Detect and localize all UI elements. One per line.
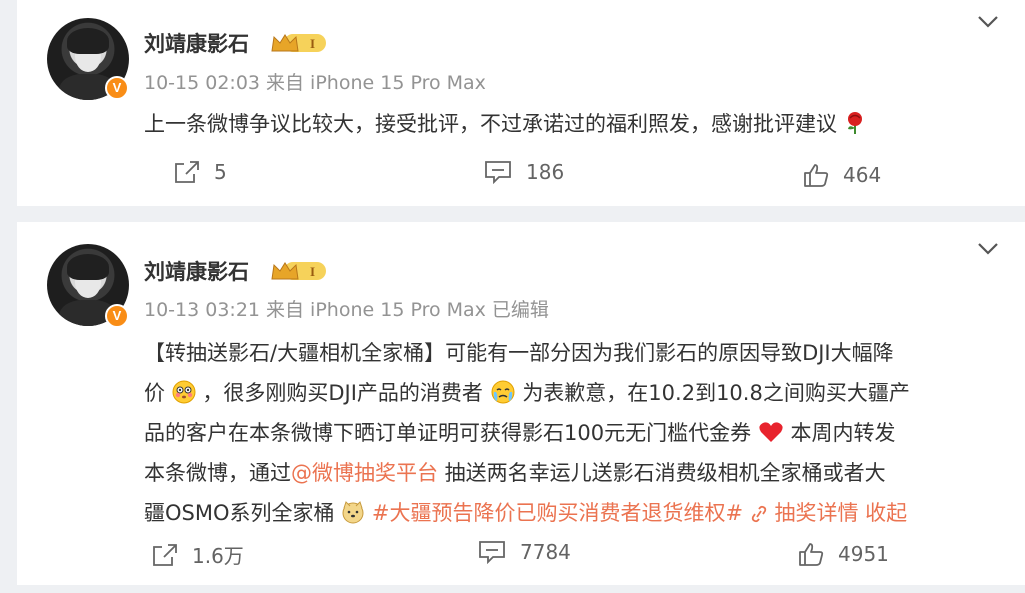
post-text-line-4: 本条微博，通过@微博抽奖平台 抽送两名幸运儿送影石消费级相机全家桶或者大 (144, 461, 886, 485)
comment-count: 186 (526, 160, 565, 184)
post-time[interactable]: 10-13 03:21 (144, 299, 260, 321)
collapse-link[interactable]: 收起 (858, 501, 907, 525)
thumbs-up-icon (799, 543, 824, 566)
post-time[interactable]: 10-15 02:03 (144, 72, 260, 94)
chevron-down-icon[interactable] (977, 15, 999, 29)
member-level-badge-icon: I (271, 262, 326, 280)
doge-emoji-icon (342, 501, 364, 524)
verified-badge-icon: V (105, 304, 129, 328)
comment-icon (485, 161, 511, 184)
like-count: 4951 (838, 542, 889, 566)
rose-icon (847, 112, 862, 134)
post-text-line-2: 价 ，很多刚购买DJI产品的消费者 为表歉意，在10.2到10.8之间购买大疆产 (144, 380, 910, 405)
mention-link[interactable]: @微博抽奖平台 (291, 461, 438, 485)
author-name[interactable]: 刘靖康影石 (144, 28, 249, 58)
topic-hashtag-link[interactable]: #大疆预告降价已购买消费者退货维权# (372, 501, 743, 525)
level-badge-text: I (310, 264, 315, 279)
repost-count: 1.6万 (192, 544, 244, 568)
verified-badge-icon: V (105, 76, 129, 100)
post-text-line-5: 疆OSMO系列全家桶 #大疆预告降价已购买消费者退货维权# 抽奖详情 收起 (144, 501, 908, 525)
repost-count: 5 (214, 160, 227, 184)
post-text: 【转抽送影石/大疆相机全家桶】可能有一部分因为我们影石的原因导致DJI大幅降 价… (144, 333, 910, 533)
share-icon (175, 161, 199, 183)
comment-count: 7784 (520, 540, 571, 564)
lottery-details-link[interactable]: 抽奖详情 (768, 501, 858, 525)
post-meta: 10-15 02:03 来自 iPhone 15 Pro Max (144, 68, 492, 95)
author-name[interactable]: 刘靖康影石 (144, 256, 249, 286)
like-count: 464 (843, 163, 882, 187)
level-badge-text: I (310, 36, 315, 51)
comment-icon (479, 541, 505, 564)
crying-face-emoji-icon (491, 380, 515, 404)
flushed-face-emoji-icon (172, 380, 196, 404)
chevron-down-icon[interactable] (977, 242, 999, 256)
like-button[interactable]: 4951 (798, 542, 889, 566)
post-text: 上一条微博争议比较大，接受批评，不过承诺过的福利照发，感谢批评建议 (144, 104, 866, 144)
post-source: 来自 iPhone 15 Pro Max (266, 299, 486, 321)
heart-icon (759, 422, 783, 442)
like-button[interactable]: 464 (803, 163, 881, 187)
weibo-post-1: V 刘靖康影石 I 10-15 02:03 来自 iPhone 15 Pro Ma… (17, 0, 1025, 206)
post-text-line-1: 【转抽送影石/大疆相机全家桶】可能有一部分因为我们影石的原因导致DJI大幅降 (144, 341, 894, 365)
weibo-post-2: V 刘靖康影石 I 10-13 03:21 来自 iPhone 15 Pro Ma… (17, 222, 1025, 585)
comment-button[interactable]: 7784 (478, 540, 571, 564)
comment-button[interactable]: 186 (484, 160, 564, 184)
repost-button[interactable]: 1.6万 (152, 540, 244, 569)
share-icon (153, 543, 177, 566)
thumbs-up-icon (804, 164, 829, 187)
link-icon (751, 505, 766, 523)
edited-label[interactable]: 已编辑 (492, 299, 549, 321)
repost-button[interactable]: 5 (174, 160, 227, 184)
post-meta: 10-13 03:21 来自 iPhone 15 Pro Max 已编辑 (144, 295, 555, 322)
post-source: 来自 iPhone 15 Pro Max (266, 72, 486, 94)
member-level-badge-icon: I (271, 34, 326, 52)
post-text-line-3: 品的客户在本条微博下晒订单证明可获得影石100元无门槛代金券 本周内转发 (144, 421, 896, 445)
